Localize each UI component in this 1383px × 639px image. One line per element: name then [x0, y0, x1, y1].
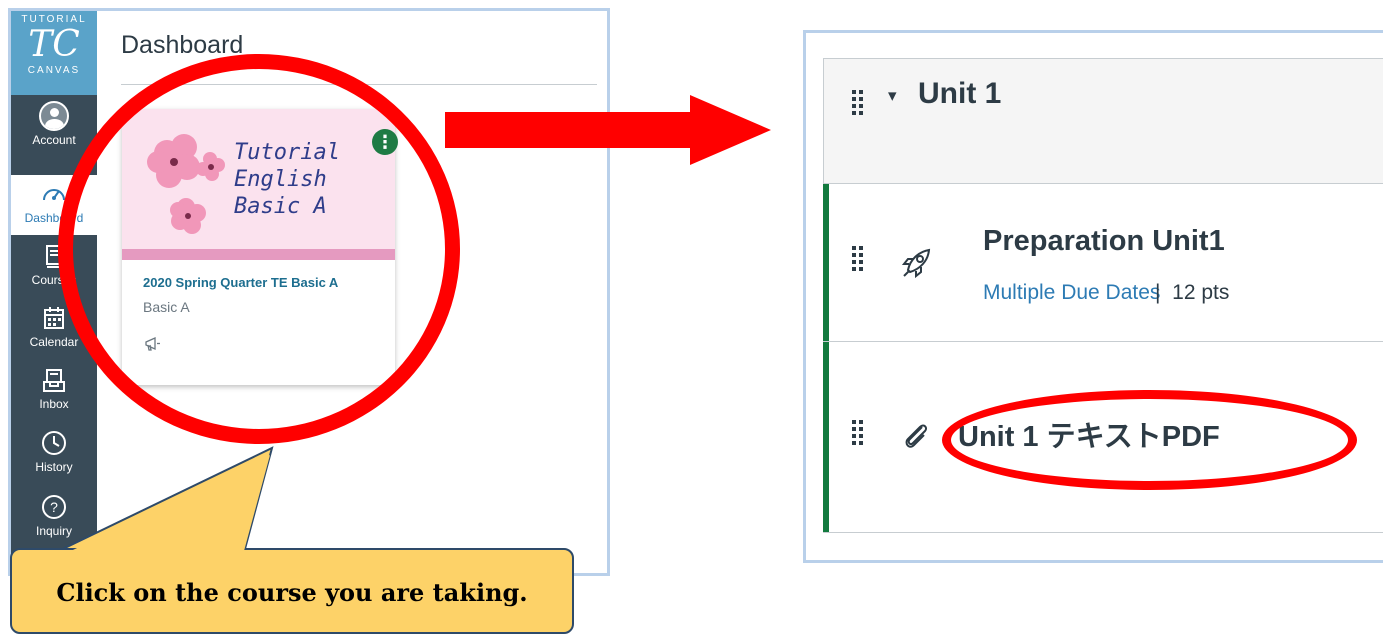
account-avatar-icon — [39, 101, 69, 131]
logo-bottom-text: CANVAS — [27, 65, 81, 76]
separator: | — [1155, 281, 1161, 304]
dashboard-gauge-icon — [43, 189, 65, 201]
drag-handle-icon[interactable] — [852, 90, 863, 115]
tc-canvas-logo[interactable]: TUTORIAL TC CANVAS — [11, 11, 97, 95]
logo-mark: TC — [28, 24, 80, 65]
module-item-title[interactable]: Preparation Unit1 — [983, 225, 1225, 258]
course-card-subtitle: Basic A — [143, 299, 190, 315]
courses-book-icon — [46, 245, 62, 268]
logo-top-text: TUTORIAL — [21, 14, 87, 25]
svg-text:?: ? — [50, 499, 58, 515]
drag-handle-icon[interactable] — [852, 420, 863, 445]
calendar-icon — [44, 307, 64, 329]
module-item-title[interactable]: Unit 1 テキストPDF — [958, 413, 1220, 455]
nav-label-inbox: Inbox — [39, 397, 69, 411]
drag-handle-icon[interactable] — [852, 246, 863, 271]
nav-item-account[interactable]: Account — [11, 97, 97, 157]
item-divider — [823, 532, 1383, 533]
course-card-hero: Tutorial English Basic A ⋮ — [122, 109, 398, 249]
course-card-color-stripe — [122, 249, 395, 260]
nav-item-courses[interactable]: Courses — [11, 237, 97, 297]
nav-label-inquiry: Inquiry — [35, 524, 73, 538]
nav-item-calendar[interactable]: Calendar — [11, 299, 97, 359]
inbox-icon — [43, 369, 65, 392]
question-circle-icon: ? — [42, 495, 66, 519]
module-header[interactable] — [823, 58, 1383, 184]
nav-label-dashboard: Dashboard — [24, 211, 84, 225]
paperclip-icon — [905, 424, 928, 448]
module-title: Unit 1 — [918, 77, 1002, 110]
nav-item-dashboard[interactable]: Dashboard — [11, 175, 97, 235]
page-title: Dashboard — [121, 31, 244, 59]
nav-label-history: History — [35, 460, 73, 474]
global-navigation: TUTORIAL TC CANVAS Account Dashboard Cou… — [11, 11, 97, 573]
due-dates-link[interactable]: Multiple Due Dates — [983, 281, 1160, 305]
points-value: 12 pts — [1172, 281, 1230, 304]
hero-line-1: Tutorial — [234, 140, 340, 165]
nav-label-courses: Courses — [31, 273, 77, 287]
nav-label-calendar: Calendar — [29, 335, 79, 349]
title-divider — [121, 84, 597, 85]
item-divider — [823, 341, 1383, 342]
dashboard-screenshot-panel: TUTORIAL TC CANVAS Account Dashboard Cou… — [8, 8, 610, 576]
collapse-caret-icon[interactable]: ▾ — [888, 86, 897, 106]
nav-item-history[interactable]: History — [11, 424, 97, 484]
course-card-name[interactable]: 2020 Spring Quarter TE Basic A — [143, 275, 338, 290]
course-options-kebab-icon[interactable]: ⋮ — [372, 129, 398, 155]
nav-item-inbox[interactable]: Inbox — [11, 361, 97, 421]
course-card-hero-text: Tutorial English Basic A — [234, 139, 340, 220]
module-published-bar — [823, 184, 829, 532]
hero-line-3: Basic A — [234, 194, 327, 219]
callout-text: Click on the course you are taking. — [56, 577, 528, 607]
item-points: | 12 pts — [1155, 281, 1229, 305]
right-arrow-icon — [445, 95, 771, 165]
announcements-megaphone-icon[interactable] — [144, 335, 162, 353]
clock-icon — [42, 431, 66, 455]
modules-screenshot-panel: ▾ Unit 1 Preparation Unit1 Multiple Due … — [803, 30, 1383, 563]
course-card[interactable]: Tutorial English Basic A ⋮ 2020 Spring Q… — [122, 109, 398, 385]
nav-label-account: Account — [32, 133, 76, 147]
rocket-icon — [901, 248, 931, 279]
hero-line-2: English — [234, 167, 327, 192]
nav-item-inquiry[interactable]: ? Inquiry — [11, 488, 97, 548]
